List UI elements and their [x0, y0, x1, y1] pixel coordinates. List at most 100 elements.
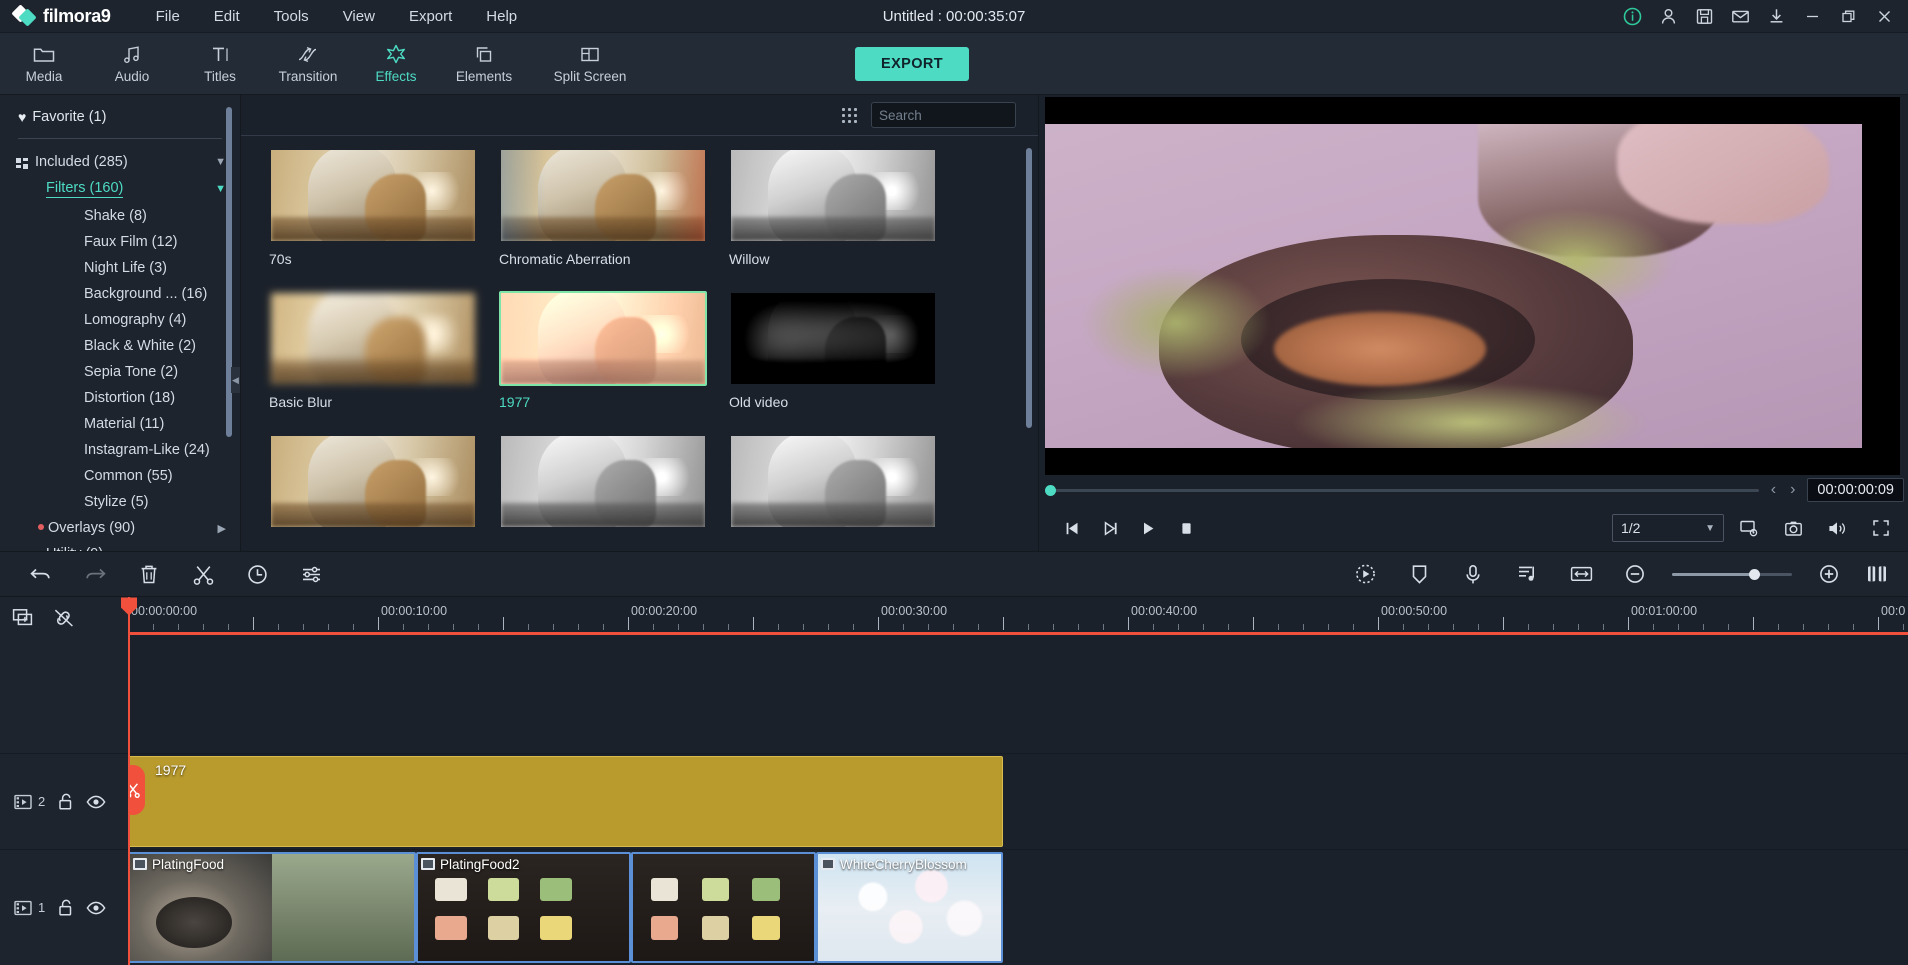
undo-button[interactable] — [14, 551, 68, 597]
chevron-down-icon[interactable]: ▼ — [215, 183, 226, 195]
info-icon[interactable] — [1614, 0, 1650, 33]
tab-split-screen[interactable]: Split Screen — [528, 33, 652, 95]
effect-thumbnail[interactable] — [729, 434, 937, 529]
track-1-unlock-icon[interactable] — [57, 899, 74, 917]
sidebar-item-favorite[interactable]: ♥ Favorite (1) — [0, 103, 240, 131]
preview-timecode[interactable]: 00:00:00:09 — [1807, 478, 1904, 502]
empty-track-lane[interactable] — [128, 639, 1908, 753]
effect-item-row3-1[interactable] — [269, 434, 477, 537]
effect-thumbnail[interactable] — [729, 291, 937, 386]
grid-view-icon[interactable] — [842, 108, 857, 123]
render-preview-button[interactable] — [1338, 551, 1392, 597]
track-1-lane[interactable]: PlatingFood PlatingFood2 — [128, 849, 1908, 965]
sidebar-item-sepia-tone[interactable]: Sepia Tone (2) — [0, 359, 240, 385]
sidebar-item-included[interactable]: Included (285) ▼ — [0, 149, 240, 175]
seek-handle[interactable] — [1045, 485, 1056, 496]
track-2-eye-icon[interactable] — [86, 795, 106, 809]
sidebar-item-material[interactable]: Material (11) — [0, 411, 240, 437]
redo-button[interactable] — [68, 551, 122, 597]
preview-seek-slider[interactable] — [1045, 489, 1759, 492]
search-input[interactable] — [879, 108, 1056, 123]
unlink-icon[interactable] — [52, 607, 76, 629]
effects-scrollbar[interactable] — [1026, 148, 1032, 428]
sidebar-item-overlays[interactable]: Overlays (90) ▶ — [0, 515, 240, 541]
next-frame-button[interactable] — [1091, 511, 1129, 545]
menu-export[interactable]: Export — [392, 4, 469, 29]
sidebar-item-black-and-white[interactable]: Black & White (2) — [0, 333, 240, 359]
effect-item-willow[interactable]: Willow — [729, 148, 937, 267]
effect-item-1977[interactable]: 1977 — [499, 291, 707, 410]
tab-media[interactable]: Media — [0, 33, 88, 95]
sidebar-item-shake[interactable]: Shake (8) — [0, 203, 240, 229]
fit-timeline-button[interactable] — [1554, 551, 1608, 597]
chevron-down-icon[interactable]: ▼ — [215, 156, 226, 168]
effect-item-row3-2[interactable] — [499, 434, 707, 537]
track-1-eye-icon[interactable] — [86, 901, 106, 915]
split-view-button[interactable] — [1856, 551, 1898, 597]
mark-out-button[interactable]: › — [1788, 481, 1797, 499]
track-2-lane[interactable]: 1977 — [128, 753, 1908, 849]
sidebar-item-utility[interactable]: Utility (9) — [0, 541, 240, 551]
sidebar-item-faux-film[interactable]: Faux Film (12) — [0, 229, 240, 255]
scissors-icon[interactable] — [128, 765, 145, 815]
effect-item-row3-3[interactable] — [729, 434, 937, 537]
restore-button[interactable] — [1830, 0, 1866, 33]
sidebar-item-night-life[interactable]: Night Life (3) — [0, 255, 240, 281]
settings-button[interactable] — [284, 551, 338, 597]
tab-effects[interactable]: Effects — [352, 33, 440, 95]
effect-thumbnail[interactable] — [269, 434, 477, 529]
menu-file[interactable]: File — [139, 4, 197, 29]
volume-button[interactable] — [1818, 511, 1856, 545]
delete-button[interactable] — [122, 551, 176, 597]
effect-thumbnail[interactable] — [269, 148, 477, 243]
save-icon[interactable] — [1686, 0, 1722, 33]
preview-resolution-select[interactable]: 1/2 ▼ — [1612, 514, 1724, 542]
close-button[interactable] — [1866, 0, 1902, 33]
sidebar-item-stylize[interactable]: Stylize (5) — [0, 489, 240, 515]
effects-scroll-area[interactable]: 70s Chromatic Aberration Willow — [241, 148, 1038, 551]
account-icon[interactable] — [1650, 0, 1686, 33]
voiceover-button[interactable] — [1446, 551, 1500, 597]
timeline-clip-platingfood[interactable]: PlatingFood — [128, 852, 416, 963]
timeline-ruler[interactable]: 00:00:00:00 00:00:10:00 00:00:20:00 00:0… — [128, 597, 1908, 639]
split-button[interactable] — [176, 551, 230, 597]
sidebar-item-distortion[interactable]: Distortion (18) — [0, 385, 240, 411]
sidebar-item-instagram-like[interactable]: Instagram-Like (24) — [0, 437, 240, 463]
sidebar-item-background[interactable]: Background ... (16) — [0, 281, 240, 307]
track-2-unlock-icon[interactable] — [57, 793, 74, 811]
menu-help[interactable]: Help — [469, 4, 534, 29]
stop-button[interactable] — [1167, 511, 1205, 545]
export-button[interactable]: EXPORT — [855, 47, 969, 81]
sidebar-item-filters[interactable]: Filters (160) ▼ — [0, 175, 240, 203]
minimize-button[interactable] — [1794, 0, 1830, 33]
effect-thumbnail[interactable] — [499, 291, 707, 386]
previous-frame-button[interactable] — [1053, 511, 1091, 545]
zoom-out-button[interactable] — [1608, 551, 1662, 597]
tab-elements[interactable]: Elements — [440, 33, 528, 95]
display-settings-button[interactable] — [1730, 511, 1768, 545]
fullscreen-button[interactable] — [1862, 511, 1900, 545]
timeline-clip-1977[interactable]: 1977 — [128, 756, 1003, 847]
chevron-down-icon[interactable]: ▼ — [1705, 523, 1715, 534]
search-box[interactable] — [871, 102, 1016, 128]
speed-button[interactable] — [230, 551, 284, 597]
timeline-clip-unnamed[interactable] — [631, 852, 816, 963]
menu-view[interactable]: View — [326, 4, 392, 29]
snapshot-button[interactable] — [1774, 511, 1812, 545]
download-icon[interactable] — [1758, 0, 1794, 33]
sidebar-item-common[interactable]: Common (55) — [0, 463, 240, 489]
tab-audio[interactable]: Audio — [88, 33, 176, 95]
timeline-clip-platingfood2[interactable]: PlatingFood2 — [416, 852, 631, 963]
tab-titles[interactable]: Titles — [176, 33, 264, 95]
effect-thumbnail[interactable] — [729, 148, 937, 243]
effect-item-chromatic-aberration[interactable]: Chromatic Aberration — [499, 148, 707, 267]
effect-item-old-video[interactable]: Old video — [729, 291, 937, 410]
effect-item-70s[interactable]: 70s — [269, 148, 477, 267]
audio-mixer-button[interactable] — [1500, 551, 1554, 597]
mark-in-button[interactable]: ‹ — [1769, 481, 1778, 499]
tab-transition[interactable]: Transition — [264, 33, 352, 95]
add-track-icon[interactable] — [12, 608, 36, 629]
menu-edit[interactable]: Edit — [197, 4, 257, 29]
marker-button[interactable] — [1392, 551, 1446, 597]
play-button[interactable] — [1129, 511, 1167, 545]
